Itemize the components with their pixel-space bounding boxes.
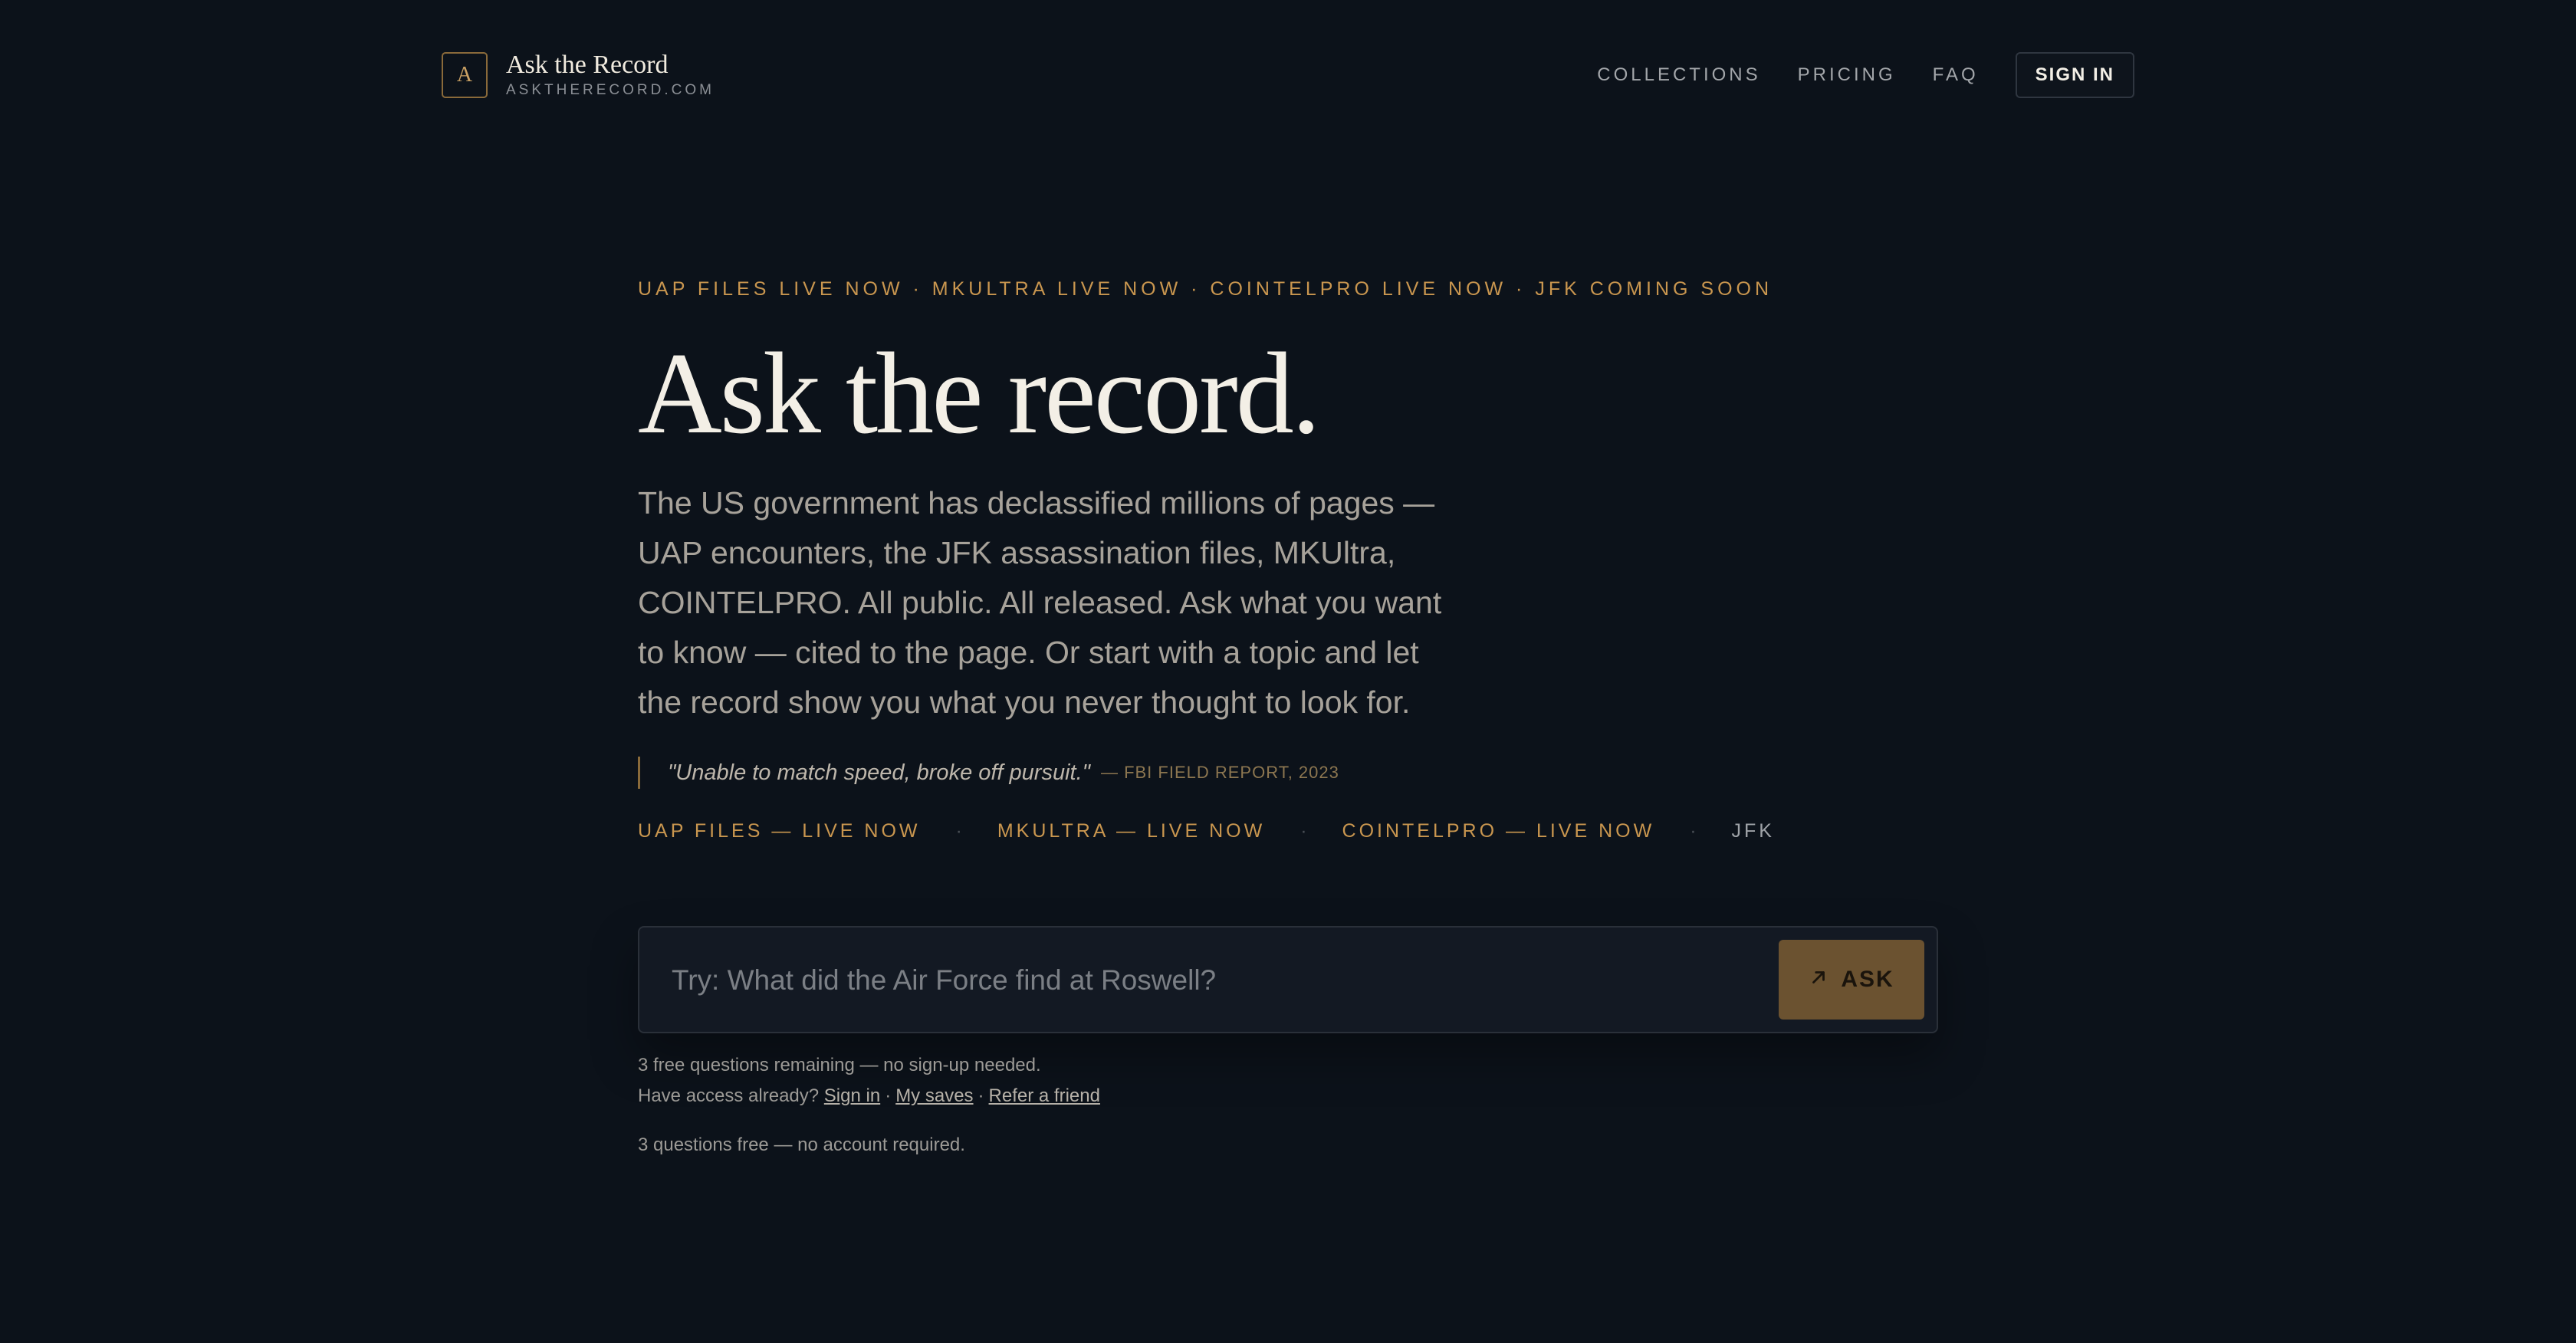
- collection-jfk[interactable]: JFK: [1732, 820, 1775, 842]
- featured-quote: "Unable to match speed, broke off pursui…: [638, 757, 1941, 789]
- access-links: Have access already? Sign in · My saves · Re…: [638, 1081, 1100, 1112]
- brand-logo-icon: A: [442, 52, 488, 98]
- link-separator: ·: [978, 1085, 984, 1106]
- collections-ticker: UAP FILES LIVE NOW · MKULTRA LIVE NOW · …: [638, 278, 1773, 300]
- quote-citation: — FBI FIELD REPORT, 2023: [1100, 763, 1339, 782]
- nav-faq[interactable]: FAQ: [1933, 64, 1979, 86]
- brand-name: Ask the Record: [506, 51, 669, 79]
- collection-separator: ·: [1690, 819, 1697, 842]
- nav-pricing[interactable]: PRICING: [1798, 64, 1896, 86]
- ask-notes: 3 free questions remaining — no sign-up …: [638, 1050, 1100, 1161]
- link-separator: ·: [885, 1085, 892, 1106]
- collection-uap-files[interactable]: UAP FILES — LIVE NOW: [638, 820, 921, 842]
- arrow-up-right-icon: [1809, 967, 1829, 993]
- my-saves-link[interactable]: My saves: [895, 1085, 973, 1106]
- main-nav: COLLECTIONS PRICING FAQ SIGN IN: [1597, 51, 2134, 100]
- collection-mkultra[interactable]: MKULTRA — LIVE NOW: [997, 820, 1265, 842]
- collection-separator: ·: [955, 819, 962, 842]
- sign-in-button[interactable]: SIGN IN: [2015, 52, 2134, 98]
- ask-form: ASK: [638, 926, 1938, 1033]
- free-questions-footer: 3 questions free — no account required.: [638, 1134, 965, 1155]
- collection-cointelpro[interactable]: COINTELPRO — LIVE NOW: [1342, 820, 1655, 842]
- brand-home-link[interactable]: A Ask the Record ASKTHERECORD.COM: [442, 51, 715, 100]
- free-questions-note: 3 free questions remaining — no sign-up …: [638, 1055, 1041, 1075]
- nav-collections[interactable]: COLLECTIONS: [1597, 64, 1760, 86]
- brand-domain: ASKTHERECORD.COM: [506, 82, 715, 98]
- ask-button-label: ASK: [1841, 967, 1894, 992]
- page-title: Ask the record.: [638, 329, 1321, 458]
- question-input[interactable]: [670, 951, 1624, 1010]
- sign-in-link[interactable]: Sign in: [824, 1085, 880, 1106]
- quote-text: "Unable to match speed, broke off pursui…: [668, 760, 1090, 785]
- brand-text: Ask the Record ASKTHERECORD.COM: [506, 51, 715, 100]
- hero-section: UAP FILES LIVE NOW · MKULTRA LIVE NOW · …: [638, 276, 1941, 844]
- site-header: A Ask the Record ASKTHERECORD.COM COLLEC…: [442, 51, 2134, 100]
- hero-description: The US government has declassified milli…: [638, 485, 1442, 720]
- ask-button[interactable]: ASK: [1779, 940, 1924, 1020]
- have-access-text: Have access already?: [638, 1085, 820, 1106]
- collection-links: UAP FILES — LIVE NOW · MKULTRA — LIVE NO…: [638, 818, 1941, 844]
- refer-friend-link[interactable]: Refer a friend: [989, 1085, 1100, 1106]
- collection-separator: ·: [1300, 819, 1307, 842]
